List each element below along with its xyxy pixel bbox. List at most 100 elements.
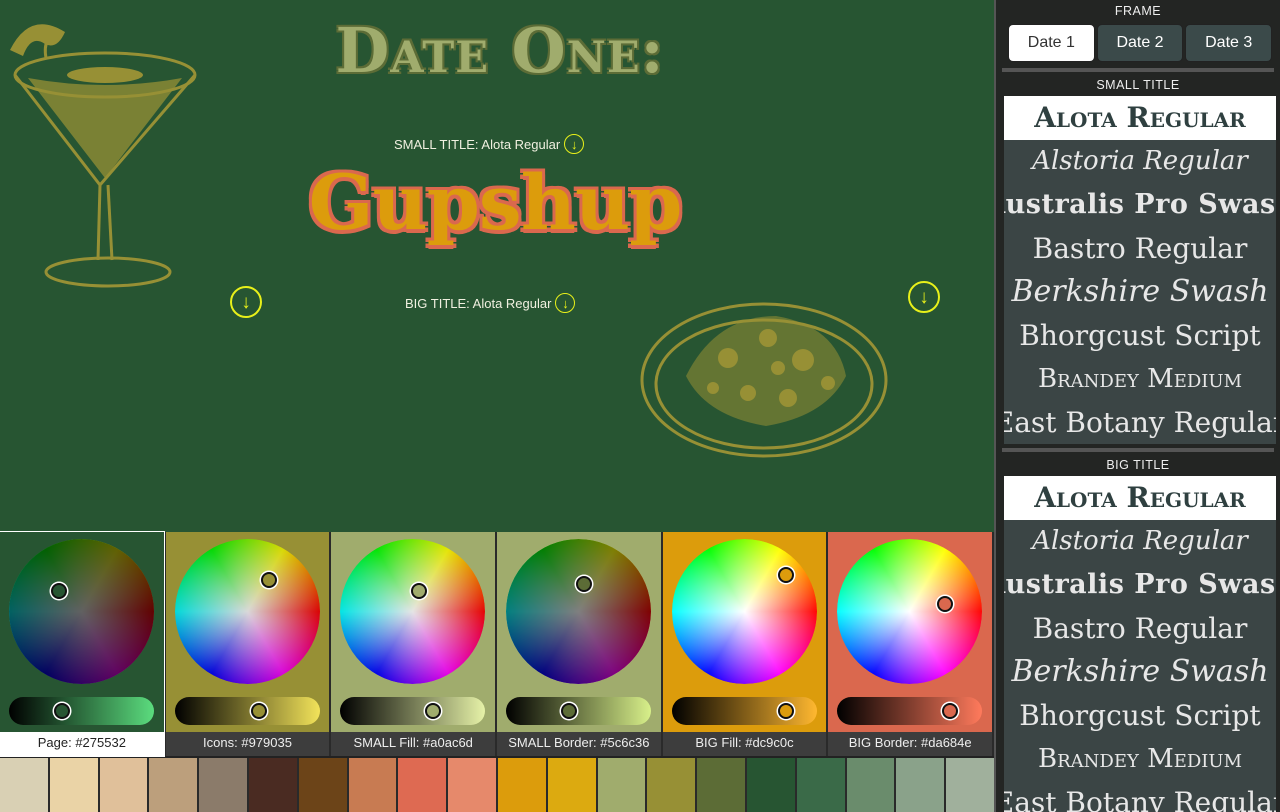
palette-swatch[interactable]	[497, 758, 546, 812]
palette-swatch[interactable]	[298, 758, 347, 812]
color-wheel[interactable]	[671, 539, 817, 684]
palette-swatch[interactable]	[398, 758, 447, 812]
wheel-handle[interactable]	[260, 572, 277, 588]
palette-swatch[interactable]	[248, 758, 297, 812]
slider-handle[interactable]	[777, 703, 794, 719]
font-option[interactable]: Australis Pro Swash	[1004, 183, 1276, 227]
brightness-slider[interactable]	[671, 697, 817, 725]
picker-label: BIG Fill: #dc9c0c	[662, 732, 827, 756]
brightness-slider[interactable]	[837, 697, 983, 725]
font-option[interactable]: Alota Regular	[1004, 96, 1276, 140]
big-title-font-list: Alota RegularAlstoria RegularAustralis P…	[1004, 476, 1276, 812]
picker-label: Icons: #979035	[165, 732, 330, 756]
picker-page[interactable]: Page: #275532	[0, 531, 165, 757]
font-option[interactable]: Alstoria Regular	[1004, 520, 1276, 564]
palette-swatch[interactable]	[697, 758, 745, 812]
font-option[interactable]: Alota Regular	[1004, 476, 1276, 520]
palette-swatch[interactable]	[597, 758, 646, 812]
divider	[1002, 448, 1274, 452]
palette-swatch[interactable]	[746, 758, 795, 812]
download-big-title-icon[interactable]: ↓	[555, 293, 576, 313]
big-title-annotation: BIG TITLE: Alota Regular ↓	[405, 293, 576, 313]
slider-handle[interactable]	[561, 703, 578, 719]
wheel-handle[interactable]	[937, 596, 954, 612]
palette-swatch[interactable]	[896, 758, 945, 812]
palette-swatch[interactable]	[796, 758, 845, 812]
palette-swatch[interactable]	[547, 758, 596, 812]
small-title-text[interactable]: Date One:	[180, 14, 820, 87]
picker-background	[828, 532, 993, 732]
picker-small-fill[interactable]: SMALL Fill: #a0ac6d	[331, 532, 496, 756]
font-option[interactable]: Bastro Regular	[1004, 607, 1276, 651]
palette-swatch[interactable]	[99, 758, 148, 812]
font-option[interactable]: East Botany Regular	[1004, 401, 1276, 445]
slider-handle[interactable]	[425, 703, 442, 719]
palette-swatch[interactable]	[846, 758, 895, 812]
picker-big-border[interactable]: BIG Border: #da684e	[828, 532, 993, 756]
palette-swatch[interactable]	[647, 758, 696, 812]
palette-swatch[interactable]	[49, 758, 98, 812]
color-wheel[interactable]	[506, 539, 652, 684]
picker-background	[165, 532, 330, 732]
font-option[interactable]: Berkshire Swash	[1004, 270, 1276, 314]
font-option[interactable]: Brandey Medium	[1004, 737, 1276, 781]
brightness-slider[interactable]	[506, 697, 652, 725]
settings-panel: FRAME Date 1 Date 2 Date 3 SMALL TITLE A…	[994, 0, 1280, 812]
palette-swatch[interactable]	[0, 758, 48, 812]
big-title-heading: BIG TITLE	[1106, 458, 1170, 472]
small-title-heading: SMALL TITLE	[1096, 78, 1180, 92]
color-wheel[interactable]	[340, 539, 486, 684]
palette-swatch[interactable]	[199, 758, 247, 812]
picker-background	[0, 532, 164, 732]
tab-date-1[interactable]: Date 1	[1008, 24, 1095, 62]
slider-handle[interactable]	[250, 703, 267, 719]
frame-tabs: Date 1 Date 2 Date 3	[996, 22, 1280, 64]
frame-heading: FRAME	[1114, 4, 1162, 18]
tab-date-3[interactable]: Date 3	[1185, 24, 1273, 62]
download-small-title-icon[interactable]: ↓	[564, 134, 585, 154]
brightness-slider[interactable]	[9, 697, 154, 725]
color-wheel[interactable]	[174, 539, 320, 684]
picker-big-fill[interactable]: BIG Fill: #dc9c0c	[662, 532, 827, 756]
brightness-slider[interactable]	[340, 697, 486, 725]
color-wheel[interactable]	[9, 539, 154, 684]
big-title-label: BIG TITLE: Alota Regular	[405, 295, 552, 311]
palette-swatch[interactable]	[348, 758, 397, 812]
tab-date-2[interactable]: Date 2	[1096, 24, 1184, 62]
martini-illustration	[10, 24, 197, 288]
brightness-slider[interactable]	[174, 697, 320, 725]
wheel-handle[interactable]	[411, 583, 428, 599]
palette-swatches	[0, 758, 994, 812]
font-option[interactable]: Australis Pro Swash	[1004, 563, 1276, 607]
font-option[interactable]: Bhorgcust Script	[1004, 694, 1276, 738]
wheel-handle[interactable]	[576, 576, 593, 592]
slider-handle[interactable]	[54, 703, 70, 719]
picker-background	[662, 532, 827, 732]
color-wheel[interactable]	[837, 539, 983, 684]
font-option[interactable]: Alstoria Regular	[1004, 140, 1276, 184]
palette-swatch[interactable]	[149, 758, 198, 812]
font-option[interactable]: East Botany Regular	[1004, 781, 1276, 812]
picker-background	[497, 532, 661, 732]
palette-swatch[interactable]	[946, 758, 994, 812]
font-option[interactable]: Bastro Regular	[1004, 227, 1276, 271]
slider-handle[interactable]	[942, 703, 959, 719]
wheel-handle[interactable]	[51, 583, 67, 599]
food-bowl-illustration	[640, 302, 888, 458]
picker-small-border[interactable]: SMALL Border: #5c6c36	[497, 532, 661, 756]
font-option[interactable]: Bhorgcust Script	[1004, 314, 1276, 358]
wheel-handle[interactable]	[777, 567, 794, 583]
download-right-icon[interactable]: ↓	[908, 281, 940, 313]
picker-label: Page: #275532	[0, 732, 164, 756]
picker-icons[interactable]: Icons: #979035	[165, 532, 330, 756]
picker-label: SMALL Border: #5c6c36	[497, 732, 661, 756]
picker-label: BIG Border: #da684e	[828, 732, 993, 756]
font-option[interactable]: Berkshire Swash	[1004, 650, 1276, 694]
design-canvas[interactable]: Date One: SMALL TITLE: Alota Regular ↓ G…	[0, 0, 994, 532]
small-title-label: SMALL TITLE: Alota Regular	[394, 136, 561, 152]
big-title-text[interactable]: Gupshup	[230, 158, 760, 247]
download-left-icon[interactable]: ↓	[230, 286, 262, 318]
palette-swatch[interactable]	[448, 758, 496, 812]
font-option[interactable]: Brandey Medium	[1004, 357, 1276, 401]
color-picker-row: Page: #275532 Icons: #979035 SMALL Fill:…	[0, 531, 994, 757]
